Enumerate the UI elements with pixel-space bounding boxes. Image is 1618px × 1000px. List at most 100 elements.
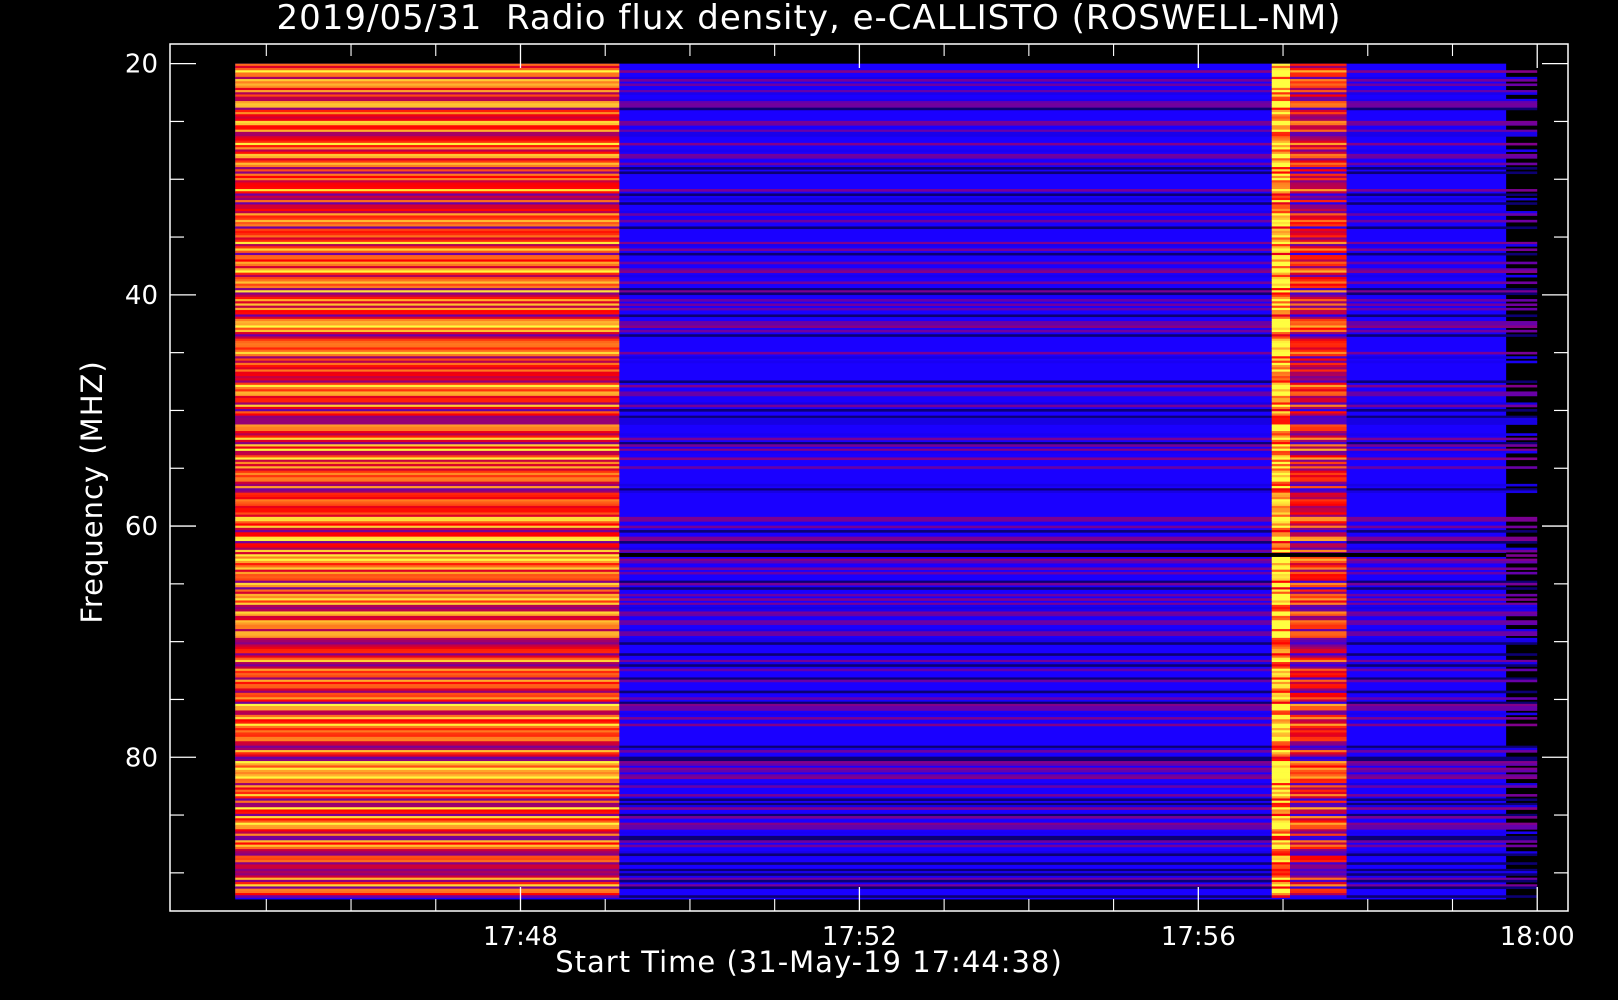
heatmap-cell	[619, 149, 1272, 153]
heatmap-cell	[1346, 571, 1538, 575]
heatmap-cell	[619, 433, 1272, 436]
heatmap-cell	[619, 303, 1272, 307]
heatmap-cell	[1346, 697, 1538, 700]
heatmap-cell	[619, 134, 1272, 137]
heatmap-cell	[1346, 490, 1538, 494]
heatmap-cell	[1346, 189, 1538, 192]
heatmap-cell	[619, 895, 1272, 898]
heatmap-cell	[619, 598, 1272, 601]
heatmap-cell	[1346, 873, 1538, 876]
heatmap-cell	[619, 393, 1272, 397]
spectrogram-chart: 20 40 60 80 17:48 17:52 17:56 18:00	[125, 43, 1575, 952]
x-tick-label: 18:00	[1500, 922, 1575, 952]
heatmap-cell	[619, 261, 1272, 265]
heatmap-cell	[619, 123, 1272, 126]
heatmap-cell	[1346, 422, 1538, 425]
heatmap-cell	[1346, 334, 1538, 337]
heatmap-cell	[619, 213, 1272, 216]
heatmap-cell	[619, 334, 1272, 337]
heatmap-cell	[1346, 525, 1538, 529]
heatmap-cell	[619, 325, 1272, 329]
heatmap-cell	[1346, 560, 1538, 564]
heatmap-cell	[1346, 844, 1538, 848]
heatmap-cell	[1346, 776, 1538, 780]
heatmap-cell	[619, 593, 1272, 597]
heatmap-cell	[619, 483, 1272, 487]
heatmap-cell	[619, 107, 1272, 111]
heatmap-cell	[1346, 723, 1538, 727]
heatmap-cell	[1346, 457, 1538, 461]
heatmap-cell	[619, 219, 1272, 223]
heatmap-cell	[1346, 123, 1538, 126]
heatmap-cell	[1346, 807, 1538, 810]
heatmap-cell	[619, 356, 1272, 359]
heatmap-cell	[619, 156, 1272, 159]
heatmap-cell	[1346, 248, 1538, 252]
heatmap-cell	[619, 862, 1272, 865]
heatmap-cell	[619, 613, 1272, 617]
heatmap-cell	[619, 723, 1272, 727]
heatmap-cell	[619, 549, 1272, 553]
heatmap-cell	[1346, 587, 1538, 590]
heatmap-cell	[619, 519, 1272, 522]
heatmap-cell	[619, 83, 1272, 87]
heatmap-cell	[619, 466, 1272, 469]
heatmap-cell	[1346, 202, 1538, 205]
heatmap-cell	[619, 162, 1272, 166]
heatmap-cell	[1346, 794, 1538, 797]
heatmap-cell	[1346, 307, 1538, 311]
heatmap-cell	[619, 853, 1272, 857]
heatmap-cell	[1346, 598, 1538, 601]
x-tick-label: 17:48	[483, 922, 558, 952]
heatmap-cell	[1346, 763, 1538, 766]
heatmap-cell	[1346, 226, 1538, 230]
heatmap-cell	[1346, 690, 1538, 694]
heatmap-cell	[619, 827, 1272, 830]
heatmap-cell	[1346, 171, 1538, 175]
heatmap-cell	[1346, 831, 1538, 835]
heatmap-cell	[1346, 162, 1538, 166]
heatmap-cell	[619, 763, 1272, 766]
heatmap-cell	[619, 292, 1272, 296]
heatmap-cell	[619, 409, 1272, 412]
heatmap-cell	[619, 816, 1272, 819]
heatmap-cell	[1346, 530, 1538, 533]
y-tick-label: 60	[125, 512, 158, 542]
heatmap-cell	[1290, 895, 1347, 898]
heatmap-cell	[235, 895, 620, 898]
heatmap-cell	[1346, 134, 1538, 137]
heatmap-cell	[619, 384, 1272, 388]
heatmap-cell	[619, 92, 1272, 95]
heatmap-cell	[1346, 450, 1538, 454]
heatmap-cell	[1346, 582, 1538, 586]
heatmap-cell	[619, 664, 1272, 667]
heatmap-cell	[1346, 167, 1538, 170]
heatmap-cell	[619, 490, 1272, 494]
heatmap-cell	[1346, 351, 1538, 355]
heatmap-cell	[1271, 895, 1291, 898]
heatmap-cell	[1346, 299, 1538, 302]
heatmap-cell	[1346, 261, 1538, 265]
heatmap-cell	[619, 404, 1272, 408]
heatmap-cell	[619, 142, 1272, 146]
heatmap-cell	[619, 712, 1272, 716]
heatmap-cell	[1346, 197, 1538, 201]
heatmap-cell	[619, 252, 1272, 256]
heatmap-cell	[619, 248, 1272, 252]
y-tick-label: 80	[125, 743, 158, 773]
heatmap-cell	[1346, 853, 1538, 857]
heatmap-cell	[1346, 409, 1538, 412]
heatmap-cell	[1346, 633, 1538, 637]
heatmap-cell	[619, 798, 1272, 802]
heatmap-cell	[619, 437, 1272, 441]
heatmap-cell	[619, 380, 1272, 384]
heatmap-cell	[1346, 219, 1538, 223]
heatmap-cell	[619, 622, 1272, 626]
heatmap-cell	[1346, 274, 1538, 278]
heatmap-cell	[1346, 92, 1538, 95]
heatmap-cell	[1346, 567, 1538, 571]
heatmap-cell	[619, 633, 1272, 637]
heatmap-cell	[619, 299, 1272, 302]
heatmap-cell	[1346, 769, 1538, 773]
heatmap-cell	[1346, 664, 1538, 667]
